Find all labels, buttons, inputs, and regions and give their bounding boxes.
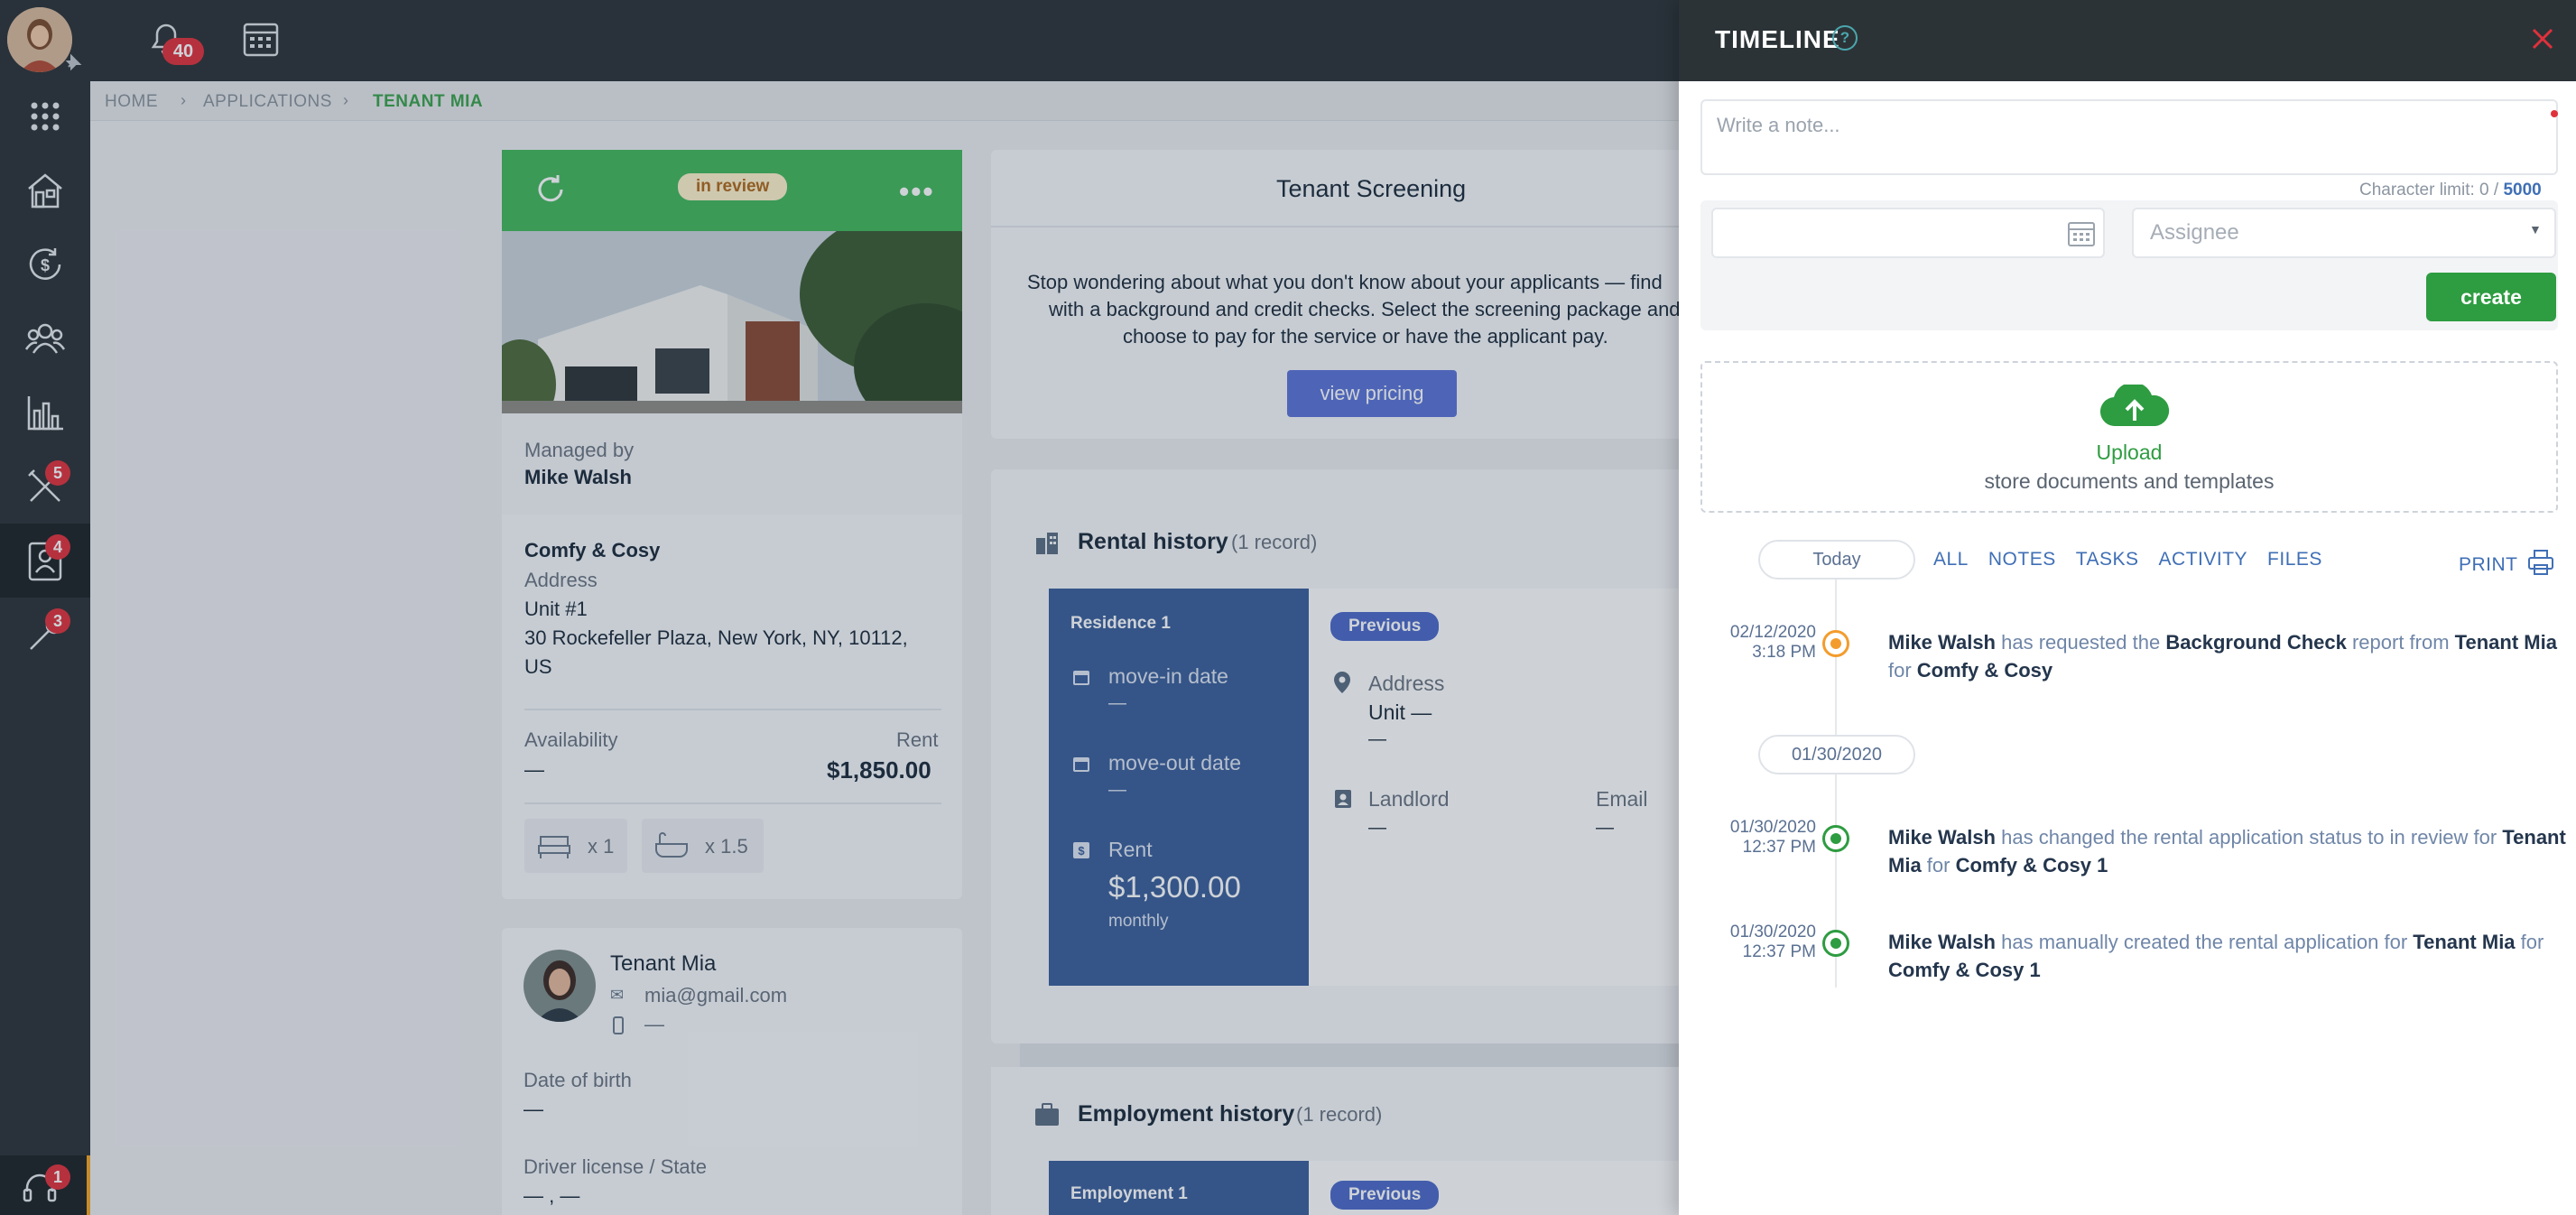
- due-date-field[interactable]: [1711, 208, 2105, 258]
- event-status-icon: [1822, 930, 1849, 957]
- chevron-down-icon: ▼: [2529, 222, 2542, 237]
- filter-all[interactable]: ALL: [1933, 549, 1969, 570]
- upload-dropzone[interactable]: Upload store documents and templates: [1700, 361, 2558, 513]
- timeline-event: Mike Walsh has requested the Background …: [1888, 631, 2557, 682]
- upload-label: Upload: [2096, 441, 2163, 464]
- event-status-icon: [1822, 630, 1849, 657]
- modal-overlay[interactable]: [0, 0, 1679, 1215]
- event-date: 01/30/2020 12:37 PM: [1729, 818, 1816, 857]
- assignee-select[interactable]: Assignee ▼: [2132, 208, 2556, 258]
- timeline-header: TIMELINE ?: [1679, 0, 2576, 81]
- filter-tasks[interactable]: TASKS: [2076, 549, 2139, 570]
- print-button[interactable]: PRINT: [2459, 549, 2554, 576]
- filter-files[interactable]: FILES: [2267, 549, 2322, 570]
- today-group-label: Today: [1758, 540, 1915, 580]
- required-indicator: [2551, 110, 2558, 117]
- help-icon[interactable]: ?: [1832, 25, 1858, 51]
- printer-icon: [2527, 550, 2553, 575]
- cloud-upload-icon: [2100, 385, 2170, 427]
- event-status-icon: [1822, 825, 1849, 852]
- date-group-label: 01/30/2020: [1758, 735, 1915, 774]
- timeline-filters: ALL NOTES TASKS ACTIVITY FILES: [1933, 549, 2322, 570]
- close-icon[interactable]: [2531, 27, 2554, 51]
- note-input[interactable]: Write a note...: [1700, 99, 2558, 175]
- timeline-panel: TIMELINE ? Write a note... Character lim…: [1679, 0, 2576, 1215]
- character-limit: Character limit: 0 / 5000: [2359, 181, 2542, 199]
- filter-activity[interactable]: ACTIVITY: [2159, 549, 2248, 570]
- event-date: 02/12/2020 3:18 PM: [1729, 623, 1816, 662]
- timeline-title: TIMELINE: [1715, 25, 1840, 53]
- filter-notes[interactable]: NOTES: [1988, 549, 2056, 570]
- calendar-icon[interactable]: [2067, 220, 2096, 247]
- timeline-event: Mike Walsh has changed the rental applic…: [1888, 826, 2566, 876]
- timeline-event: Mike Walsh has manually created the rent…: [1888, 931, 2544, 981]
- event-date: 01/30/2020 12:37 PM: [1729, 923, 1816, 961]
- create-button[interactable]: create: [2426, 273, 2556, 321]
- upload-subtitle: store documents and templates: [1984, 469, 2275, 493]
